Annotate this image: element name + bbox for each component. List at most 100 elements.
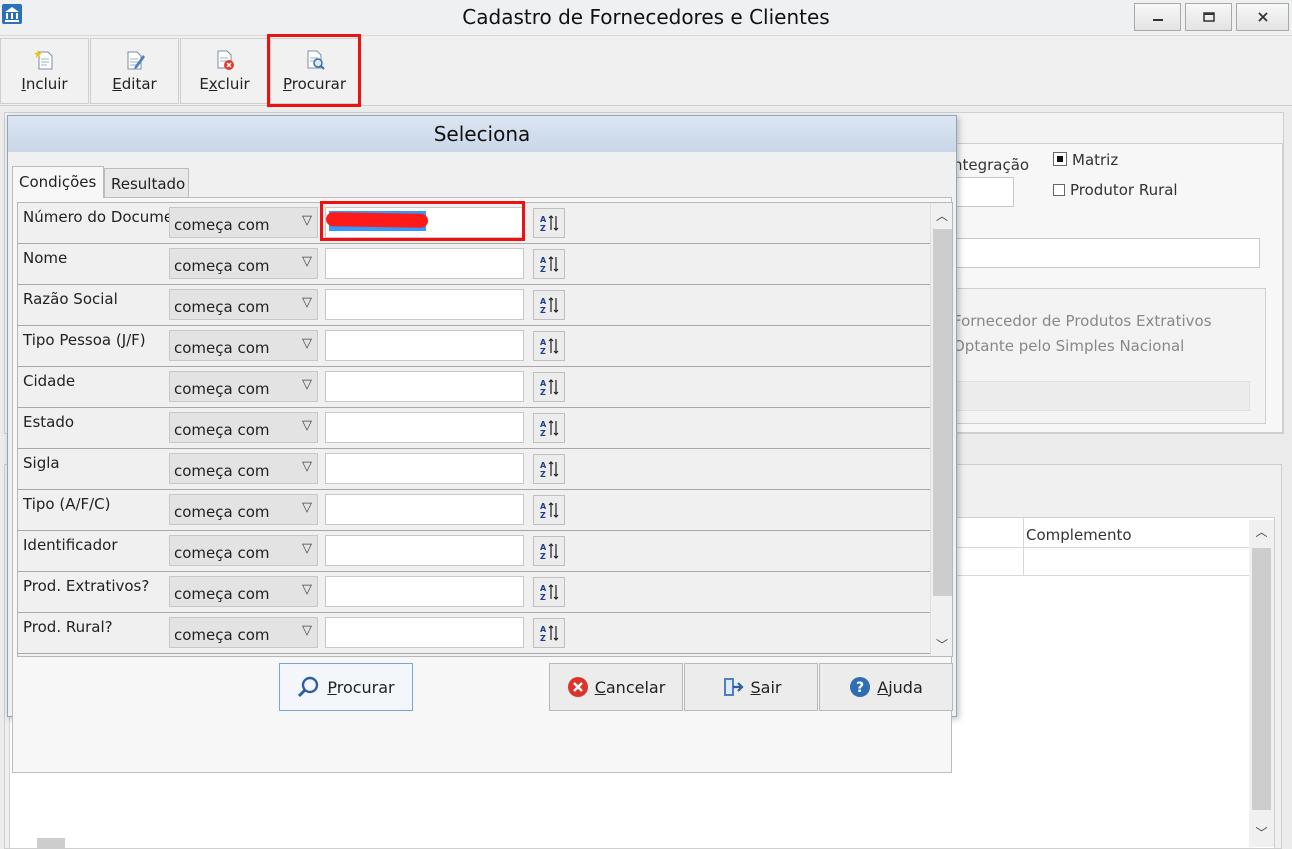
sort-order-button[interactable]: AZ xyxy=(533,495,565,525)
sort-order-button[interactable]: AZ xyxy=(533,372,565,402)
produtor-rural-checkbox[interactable] xyxy=(1053,184,1065,196)
condition-operator-select[interactable]: começa com ▽ xyxy=(169,617,318,648)
condition-operator-select[interactable]: começa com ▽ xyxy=(169,453,318,484)
condition-operator-select[interactable]: começa com ▽ xyxy=(169,330,318,361)
close-window-button[interactable] xyxy=(1236,3,1289,31)
excluir-button[interactable]: Excluir xyxy=(180,38,269,104)
condition-row: Tipo (A/F/C) começa com ▽ A Z xyxy=(18,490,932,531)
svg-text:A: A xyxy=(540,338,547,347)
condition-operator-select[interactable]: começa com ▽ xyxy=(169,248,318,279)
chevron-down-icon: ▽ xyxy=(302,213,312,228)
condition-value-input[interactable] xyxy=(325,289,524,320)
sair-button-label: Sair xyxy=(750,677,782,697)
sort-az-icon: AZ xyxy=(540,256,559,274)
sort-order-button[interactable]: AZ xyxy=(533,536,565,566)
condition-operator-select[interactable]: começa com ▽ xyxy=(169,289,318,320)
restore-icon xyxy=(1202,12,1215,22)
chevron-up-icon[interactable]: ︿ xyxy=(931,205,952,227)
sort-az-icon: AZ xyxy=(540,502,559,520)
condition-row: Estado começa com ▽ A Z xyxy=(18,408,932,449)
grid-vscrollbar[interactable]: ︿ ﹀ xyxy=(1249,520,1274,847)
svg-text:Z: Z xyxy=(540,388,546,397)
condition-value-input[interactable] xyxy=(325,535,524,566)
sort-az-icon: AZ xyxy=(540,584,559,602)
complemento-header[interactable]: Complemento xyxy=(1026,526,1132,544)
incluir-label: Incluir xyxy=(21,75,68,93)
matriz-option[interactable]: Matriz xyxy=(1053,151,1118,169)
condition-value-input[interactable] xyxy=(325,494,524,525)
chevron-down-icon: ▽ xyxy=(302,418,312,433)
sort-order-button[interactable]: AZ xyxy=(533,249,565,279)
condition-row: Tipo Pessoa (J/F) começa com ▽ A Z xyxy=(18,326,932,367)
sort-order-button[interactable]: AZ xyxy=(533,454,565,484)
grid-divider xyxy=(1023,518,1024,576)
condition-operator-value: começa com xyxy=(174,626,270,644)
sort-order-button[interactable]: AZ xyxy=(533,577,565,607)
sort-order-button[interactable]: AZ xyxy=(533,208,565,238)
procurar-toolbar-button[interactable]: Procurar xyxy=(270,38,359,104)
grid-hscroll-thumb[interactable] xyxy=(37,838,65,849)
condition-operator-select[interactable]: começa com ▽ xyxy=(169,412,318,443)
minimize-button[interactable] xyxy=(1134,3,1181,31)
sort-az-icon: AZ xyxy=(540,297,559,315)
sort-order-button[interactable]: AZ xyxy=(533,618,565,648)
sort-order-button[interactable]: AZ xyxy=(533,413,565,443)
condition-field-label: Nome xyxy=(23,249,68,267)
condition-field-label: Tipo (A/F/C) xyxy=(23,495,111,513)
incluir-button[interactable]: Incluir xyxy=(0,38,89,104)
procurar-button[interactable]: Procurar xyxy=(279,663,413,711)
condition-value-input[interactable] xyxy=(325,248,524,279)
edit-document-icon xyxy=(127,51,145,70)
condition-operator-select[interactable]: começa com ▽ xyxy=(169,576,318,607)
sort-az-icon: AZ xyxy=(540,420,559,438)
condition-field-label: Cidade xyxy=(23,372,76,390)
matriz-label: Matriz xyxy=(1072,151,1119,169)
tab-condicoes[interactable]: Condições xyxy=(12,166,104,198)
sort-az-icon: AZ xyxy=(540,338,559,356)
chevron-down-icon[interactable]: ﹀ xyxy=(931,634,952,656)
matriz-checkbox[interactable] xyxy=(1053,152,1067,166)
conditions-vscrollbar[interactable]: ︿ ﹀ xyxy=(930,203,952,656)
sort-order-button[interactable]: AZ xyxy=(533,290,565,320)
optante-simples-label: Optante pelo Simples Nacional xyxy=(953,337,1185,355)
svg-text:A: A xyxy=(540,502,547,511)
dialog-title: Seleciona xyxy=(8,116,956,152)
grid-scroll-thumb[interactable] xyxy=(1252,548,1271,810)
form-text-input[interactable] xyxy=(940,238,1260,268)
excluir-label: Excluir xyxy=(199,75,250,93)
chevron-down-icon[interactable]: ﹀ xyxy=(1249,824,1274,841)
search-document-icon xyxy=(307,50,325,70)
conditions-scroll-thumb[interactable] xyxy=(933,229,952,596)
condition-operator-select[interactable]: começa com ▽ xyxy=(169,494,318,525)
condition-operator-value: começa com xyxy=(174,380,270,398)
maximize-button[interactable] xyxy=(1185,3,1232,31)
chevron-down-icon: ▽ xyxy=(302,582,312,597)
cancelar-button[interactable]: Cancelar xyxy=(549,663,683,711)
condition-value-input[interactable] xyxy=(325,412,524,443)
condition-operator-select[interactable]: começa com ▽ xyxy=(169,535,318,566)
chevron-down-icon: ▽ xyxy=(302,377,312,392)
condition-operator-value: começa com xyxy=(174,216,270,234)
condition-value-input[interactable] xyxy=(325,453,524,484)
condition-value-input[interactable] xyxy=(325,617,524,648)
condition-value-input[interactable] xyxy=(325,371,524,402)
condition-field-label: Razão Social xyxy=(23,290,118,308)
svg-text:A: A xyxy=(540,584,547,593)
tab-resultado[interactable]: Resultado xyxy=(104,168,189,198)
sair-button[interactable]: Sair xyxy=(684,663,818,711)
chevron-up-icon[interactable]: ︿ xyxy=(1249,523,1274,540)
condition-operator-value: começa com xyxy=(174,462,270,480)
condition-row: Sigla começa com ▽ A Z xyxy=(18,449,932,490)
condition-operator-value: começa com xyxy=(174,585,270,603)
editar-button[interactable]: Editar xyxy=(90,38,179,104)
ajuda-button-label: Ajuda xyxy=(877,677,923,697)
ajuda-button[interactable]: ? Ajuda xyxy=(819,663,953,711)
editar-label: Editar xyxy=(112,75,157,93)
procurar-label: Procurar xyxy=(282,75,347,93)
condition-operator-select[interactable]: começa com ▽ xyxy=(169,207,318,238)
condition-value-input[interactable] xyxy=(325,330,524,361)
sort-order-button[interactable]: AZ xyxy=(533,331,565,361)
produtor-rural-option[interactable]: Produtor Rural xyxy=(1053,181,1178,199)
condition-operator-select[interactable]: começa com ▽ xyxy=(169,371,318,402)
condition-value-input[interactable] xyxy=(325,576,524,607)
